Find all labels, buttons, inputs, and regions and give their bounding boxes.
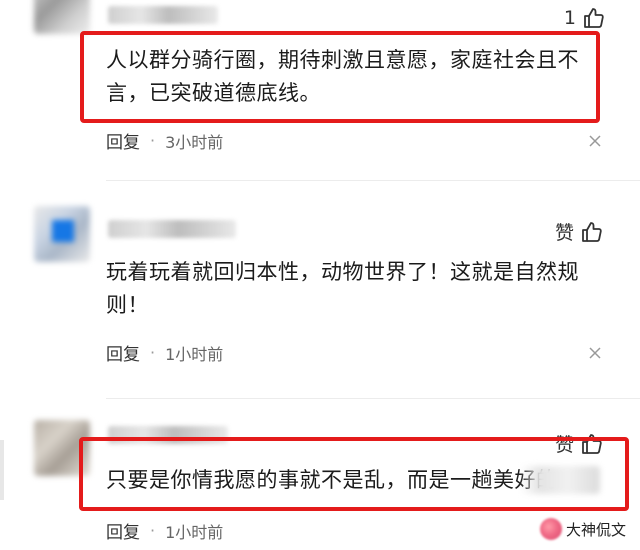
meta-separator: ·: [150, 343, 156, 362]
meta-separator: ·: [150, 521, 156, 540]
avatar[interactable]: [34, 206, 90, 262]
like-count: 1: [563, 7, 576, 29]
close-icon[interactable]: [588, 346, 602, 360]
comment-time: 1小时前: [165, 344, 224, 364]
avatar[interactable]: [34, 0, 90, 34]
comment-meta: 回复 · 1小时前: [106, 518, 223, 543]
divider: [106, 398, 640, 399]
thumbs-up-icon: [582, 221, 602, 242]
like-button[interactable]: 1: [564, 6, 606, 30]
meta-separator: ·: [150, 131, 156, 150]
close-icon[interactable]: [588, 134, 602, 148]
comment-meta: 回复 · 3小时前: [106, 128, 223, 153]
comment-meta: 回复 · 1小时前: [106, 340, 223, 365]
divider: [106, 180, 640, 181]
reply-button[interactable]: 回复: [106, 340, 140, 365]
watermark-logo-icon: [539, 518, 562, 540]
like-button[interactable]: 赞: [555, 218, 604, 245]
reply-button[interactable]: 回复: [106, 518, 140, 543]
watermark-text: 大神侃文: [565, 520, 626, 539]
blurred-text: [520, 466, 600, 494]
watermark: 大神侃文: [539, 518, 626, 540]
reply-button[interactable]: 回复: [106, 128, 140, 153]
comment-time: 3小时前: [165, 132, 224, 152]
comment-text: 玩着玩着就回归本性，动物世界了！这就是自然规则！: [106, 260, 579, 317]
username[interactable]: [108, 6, 218, 24]
comment-text: 人以群分骑行圈，期待刺激且意愿，家庭社会且不言，已突破道德底线。: [106, 48, 579, 105]
comment-text: 只要是你情我愿的事就不是乱，而是一趟美好的: [106, 468, 558, 492]
edge-marker: [0, 440, 4, 500]
username[interactable]: [108, 220, 236, 238]
thumbs-up-icon: [584, 8, 604, 28]
comment-item: 1 人以群分骑行圈，期待刺激且意愿，家庭社会且不言，已突破道德底线。 回复 · …: [0, 0, 640, 170]
like-label: 赞: [554, 222, 574, 244]
comment-item: 赞 玩着玩着就回归本性，动物世界了！这就是自然规则！ 回复 · 1小时前: [0, 190, 640, 390]
comment-time: 1小时前: [165, 522, 224, 542]
